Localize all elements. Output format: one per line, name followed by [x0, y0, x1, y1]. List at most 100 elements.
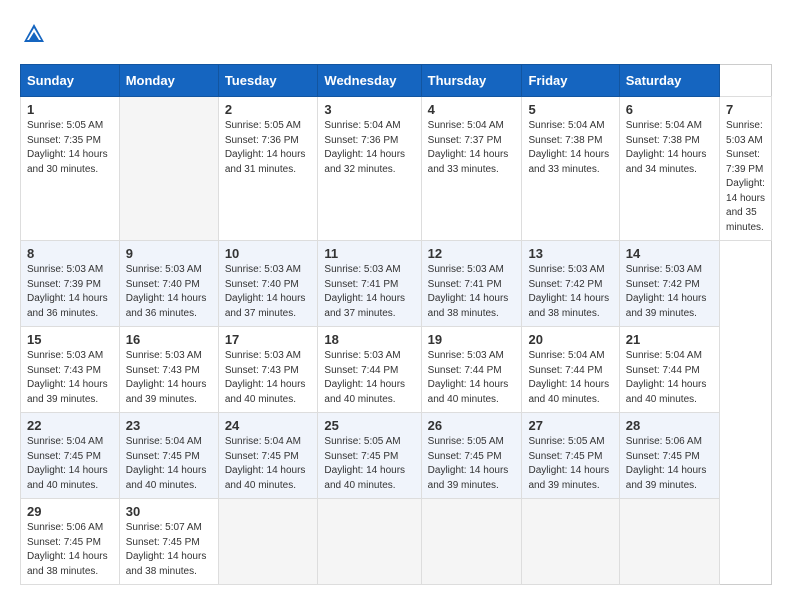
- day-number: 19: [428, 332, 516, 347]
- day-number: 27: [528, 418, 612, 433]
- calendar-header-row: SundayMondayTuesdayWednesdayThursdayFrid…: [21, 65, 772, 97]
- calendar-cell: 14 Sunrise: 5:03 AM Sunset: 7:42 PM Dayli…: [619, 241, 719, 327]
- day-number: 21: [626, 332, 713, 347]
- calendar-cell: 18 Sunrise: 5:03 AM Sunset: 7:44 PM Dayli…: [318, 327, 421, 413]
- page-header: [20, 20, 772, 48]
- day-info: Sunrise: 5:06 AM Sunset: 7:45 PM Dayligh…: [27, 521, 113, 579]
- day-number: 12: [428, 246, 516, 261]
- day-number: 26: [428, 418, 516, 433]
- col-header-tuesday: Tuesday: [218, 65, 318, 97]
- day-info: Sunrise: 5:03 AM Sunset: 7:40 PM Dayligh…: [126, 263, 212, 321]
- calendar-cell: 22 Sunrise: 5:04 AM Sunset: 7:45 PM Dayli…: [21, 413, 120, 499]
- day-info: Sunrise: 5:04 AM Sunset: 7:37 PM Dayligh…: [428, 119, 516, 177]
- day-info: Sunrise: 5:04 AM Sunset: 7:44 PM Dayligh…: [626, 349, 713, 407]
- day-number: 2: [225, 102, 312, 117]
- calendar-week-row: 15 Sunrise: 5:03 AM Sunset: 7:43 PM Dayli…: [21, 327, 772, 413]
- day-number: 28: [626, 418, 713, 433]
- calendar-cell: 24 Sunrise: 5:04 AM Sunset: 7:45 PM Dayli…: [218, 413, 318, 499]
- day-info: Sunrise: 5:03 AM Sunset: 7:41 PM Dayligh…: [324, 263, 414, 321]
- col-header-thursday: Thursday: [421, 65, 522, 97]
- calendar-cell: 9 Sunrise: 5:03 AM Sunset: 7:40 PM Daylig…: [119, 241, 218, 327]
- day-info: Sunrise: 5:03 AM Sunset: 7:44 PM Dayligh…: [428, 349, 516, 407]
- day-number: 4: [428, 102, 516, 117]
- calendar-cell: 3 Sunrise: 5:04 AM Sunset: 7:36 PM Daylig…: [318, 97, 421, 241]
- calendar-cell: 25 Sunrise: 5:05 AM Sunset: 7:45 PM Dayli…: [318, 413, 421, 499]
- day-number: 24: [225, 418, 312, 433]
- logo-icon: [20, 20, 48, 48]
- calendar-cell: [119, 97, 218, 241]
- col-header-wednesday: Wednesday: [318, 65, 421, 97]
- day-info: Sunrise: 5:03 AM Sunset: 7:42 PM Dayligh…: [528, 263, 612, 321]
- day-info: Sunrise: 5:03 AM Sunset: 7:43 PM Dayligh…: [27, 349, 113, 407]
- day-info: Sunrise: 5:03 AM Sunset: 7:44 PM Dayligh…: [324, 349, 414, 407]
- calendar-cell: 6 Sunrise: 5:04 AM Sunset: 7:38 PM Daylig…: [619, 97, 719, 241]
- day-info: Sunrise: 5:03 AM Sunset: 7:43 PM Dayligh…: [225, 349, 312, 407]
- day-info: Sunrise: 5:04 AM Sunset: 7:38 PM Dayligh…: [626, 119, 713, 177]
- day-info: Sunrise: 5:04 AM Sunset: 7:45 PM Dayligh…: [225, 435, 312, 493]
- calendar-cell: 7Sunrise: 5:03 AM Sunset: 7:39 PM Daylig…: [720, 97, 772, 241]
- calendar-cell: 26Sunrise: 5:05 AM Sunset: 7:45 PM Dayli…: [421, 413, 522, 499]
- day-info: Sunrise: 5:05 AM Sunset: 7:45 PM Dayligh…: [528, 435, 612, 493]
- calendar-cell: 8 Sunrise: 5:03 AM Sunset: 7:39 PM Daylig…: [21, 241, 120, 327]
- day-number: 30: [126, 504, 212, 519]
- day-number: 7: [726, 102, 765, 117]
- day-info: Sunrise: 5:05 AM Sunset: 7:45 PM Dayligh…: [324, 435, 414, 493]
- day-info: Sunrise: 5:04 AM Sunset: 7:36 PM Dayligh…: [324, 119, 414, 177]
- day-info: Sunrise: 5:03 AM Sunset: 7:41 PM Dayligh…: [428, 263, 516, 321]
- day-number: 17: [225, 332, 312, 347]
- calendar-week-row: 1 Sunrise: 5:05 AM Sunset: 7:35 PM Daylig…: [21, 97, 772, 241]
- calendar-week-row: 8 Sunrise: 5:03 AM Sunset: 7:39 PM Daylig…: [21, 241, 772, 327]
- day-info: Sunrise: 5:04 AM Sunset: 7:38 PM Dayligh…: [528, 119, 612, 177]
- day-number: 22: [27, 418, 113, 433]
- calendar-cell: 21 Sunrise: 5:04 AM Sunset: 7:44 PM Dayli…: [619, 327, 719, 413]
- day-number: 1: [27, 102, 113, 117]
- day-info: Sunrise: 5:04 AM Sunset: 7:44 PM Dayligh…: [528, 349, 612, 407]
- day-number: 23: [126, 418, 212, 433]
- calendar-cell: 16 Sunrise: 5:03 AM Sunset: 7:43 PM Dayli…: [119, 327, 218, 413]
- day-number: 29: [27, 504, 113, 519]
- calendar-cell: 4 Sunrise: 5:04 AM Sunset: 7:37 PM Daylig…: [421, 97, 522, 241]
- calendar-cell: 20 Sunrise: 5:04 AM Sunset: 7:44 PM Dayli…: [522, 327, 619, 413]
- calendar-cell: 30Sunrise: 5:07 AM Sunset: 7:45 PM Dayli…: [119, 499, 218, 585]
- day-number: 20: [528, 332, 612, 347]
- day-number: 18: [324, 332, 414, 347]
- calendar-cell: 1 Sunrise: 5:05 AM Sunset: 7:35 PM Daylig…: [21, 97, 120, 241]
- day-number: 5: [528, 102, 612, 117]
- day-info: Sunrise: 5:04 AM Sunset: 7:45 PM Dayligh…: [27, 435, 113, 493]
- day-number: 3: [324, 102, 414, 117]
- day-info: Sunrise: 5:06 AM Sunset: 7:45 PM Dayligh…: [626, 435, 713, 493]
- day-info: Sunrise: 5:05 AM Sunset: 7:36 PM Dayligh…: [225, 119, 312, 177]
- day-number: 8: [27, 246, 113, 261]
- day-number: 11: [324, 246, 414, 261]
- calendar-cell: 28 Sunrise: 5:06 AM Sunset: 7:45 PM Dayli…: [619, 413, 719, 499]
- calendar-week-row: 29 Sunrise: 5:06 AM Sunset: 7:45 PM Dayli…: [21, 499, 772, 585]
- day-number: 13: [528, 246, 612, 261]
- col-header-friday: Friday: [522, 65, 619, 97]
- day-number: 15: [27, 332, 113, 347]
- calendar-cell: [218, 499, 318, 585]
- calendar-table: SundayMondayTuesdayWednesdayThursdayFrid…: [20, 64, 772, 585]
- calendar-cell: 27 Sunrise: 5:05 AM Sunset: 7:45 PM Dayli…: [522, 413, 619, 499]
- day-info: Sunrise: 5:03 AM Sunset: 7:42 PM Dayligh…: [626, 263, 713, 321]
- calendar-cell: [522, 499, 619, 585]
- calendar-cell: 23Sunrise: 5:04 AM Sunset: 7:45 PM Dayli…: [119, 413, 218, 499]
- day-number: 9: [126, 246, 212, 261]
- day-number: 16: [126, 332, 212, 347]
- calendar-week-row: 22 Sunrise: 5:04 AM Sunset: 7:45 PM Dayli…: [21, 413, 772, 499]
- calendar-cell: [421, 499, 522, 585]
- calendar-cell: 2 Sunrise: 5:05 AM Sunset: 7:36 PM Daylig…: [218, 97, 318, 241]
- calendar-cell: [318, 499, 421, 585]
- day-number: 25: [324, 418, 414, 433]
- day-info: Sunrise: 5:03 AM Sunset: 7:39 PM Dayligh…: [27, 263, 113, 321]
- calendar-cell: 12 Sunrise: 5:03 AM Sunset: 7:41 PM Dayli…: [421, 241, 522, 327]
- calendar-cell: 10Sunrise: 5:03 AM Sunset: 7:40 PM Dayli…: [218, 241, 318, 327]
- col-header-sunday: Sunday: [21, 65, 120, 97]
- day-info: Sunrise: 5:03 AM Sunset: 7:43 PM Dayligh…: [126, 349, 212, 407]
- day-number: 10: [225, 246, 312, 261]
- day-number: 6: [626, 102, 713, 117]
- day-number: 14: [626, 246, 713, 261]
- day-info: Sunrise: 5:05 AM Sunset: 7:35 PM Dayligh…: [27, 119, 113, 177]
- calendar-cell: 11 Sunrise: 5:03 AM Sunset: 7:41 PM Dayli…: [318, 241, 421, 327]
- col-header-saturday: Saturday: [619, 65, 719, 97]
- calendar-cell: 5 Sunrise: 5:04 AM Sunset: 7:38 PM Daylig…: [522, 97, 619, 241]
